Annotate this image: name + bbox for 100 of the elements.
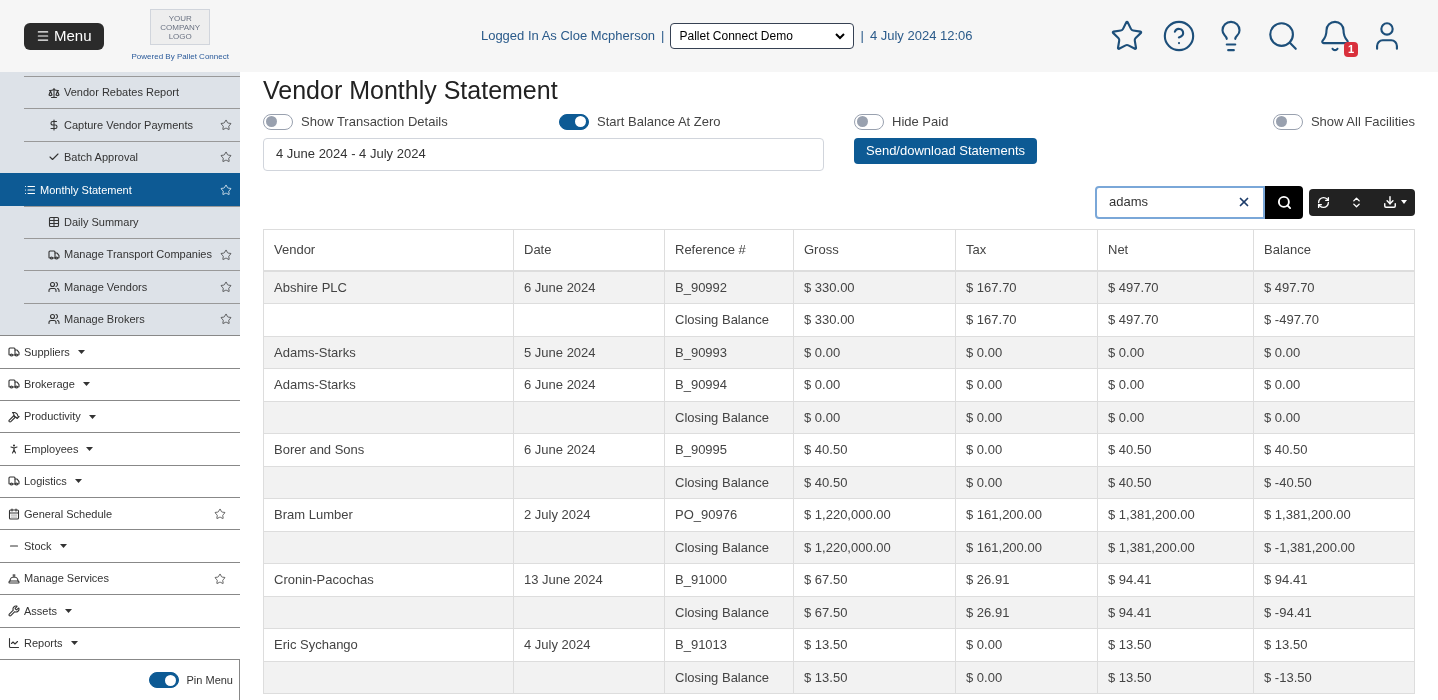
column-header[interactable]: Net xyxy=(1097,229,1254,271)
caret-down-icon xyxy=(1401,200,1407,204)
calendar-icon xyxy=(8,507,20,520)
sidebar-item[interactable]: Manage Transport Companies xyxy=(24,237,240,271)
chevron-down-icon xyxy=(835,32,846,40)
sidebar-item[interactable]: Vendor Rebates Report xyxy=(24,76,240,109)
date-range-field[interactable]: 4 June 2024 - 4 July 2024 xyxy=(263,137,824,171)
column-header[interactable]: Date xyxy=(513,229,665,271)
table-cell: 13 June 2024 xyxy=(524,572,603,587)
table-cell: Closing Balance xyxy=(675,312,769,327)
table-cell: $ 94.41 xyxy=(1108,572,1152,587)
table-cell: $ 0.00 xyxy=(966,669,1003,685)
search-button[interactable] xyxy=(1265,185,1303,219)
star-icon[interactable] xyxy=(214,572,226,585)
table-cell: B_90993 xyxy=(675,344,728,360)
column-header[interactable]: Reference # xyxy=(664,229,794,271)
table-cell: B_91000 xyxy=(675,572,728,587)
table-cell: $ 13.50 xyxy=(1264,637,1308,652)
column-header[interactable]: Gross xyxy=(793,229,956,271)
table-cell: $ 0.00 xyxy=(1108,377,1145,392)
company-logo: YOUR COMPANY LOGO xyxy=(150,9,211,45)
caret-down-icon xyxy=(77,349,85,354)
table-cell: Bram Lumber xyxy=(274,507,353,522)
dollar-icon xyxy=(48,119,60,132)
clear-icon[interactable] xyxy=(1237,195,1251,209)
sidebar-item[interactable]: Monthly Statement xyxy=(0,173,240,206)
table-cell: Borer and Sons xyxy=(274,442,365,457)
toggle-switch[interactable] xyxy=(854,113,884,130)
table-cell: $ 26.91 xyxy=(966,572,1010,587)
toggle-label: Show Transaction Details xyxy=(301,113,448,131)
datetime-text: 4 July 2024 12:06 xyxy=(869,27,973,46)
table-cell: $ 0.00 xyxy=(966,442,1003,457)
list-icon xyxy=(24,183,36,196)
separator-text: | xyxy=(860,27,864,46)
table-cell: Closing Balance xyxy=(675,474,769,490)
sidebar-item[interactable]: Daily Summary xyxy=(24,205,240,238)
star-icon[interactable] xyxy=(220,313,232,326)
export-dropdown[interactable] xyxy=(1383,195,1407,209)
person-icon xyxy=(8,443,20,455)
chart-icon xyxy=(8,637,20,650)
table-cell: $ 67.50 xyxy=(804,604,848,620)
table-cell: $ 161,200.00 xyxy=(966,539,1042,555)
search-icon[interactable] xyxy=(1266,19,1300,53)
table-cell: $ 0.00 xyxy=(966,409,1003,425)
table-cell: $ 1,220,000.00 xyxy=(804,507,891,522)
table-cell: $ 1,381,200.00 xyxy=(1264,507,1351,522)
truck-icon xyxy=(48,248,60,261)
truck-icon xyxy=(8,475,20,488)
star-icon[interactable] xyxy=(220,281,232,294)
toggle-switch[interactable] xyxy=(559,113,589,130)
favorites-icon[interactable] xyxy=(1110,19,1144,53)
download-icon xyxy=(1383,195,1397,209)
table-cell: $ 67.50 xyxy=(804,572,848,587)
refresh-icon[interactable] xyxy=(1317,195,1330,209)
send-statements-button[interactable]: Send/download Statements xyxy=(854,137,1037,164)
help-icon[interactable] xyxy=(1162,19,1196,53)
notifications-icon[interactable] xyxy=(1318,19,1352,53)
star-icon[interactable] xyxy=(220,151,232,164)
table-cell: $ 167.70 xyxy=(966,312,1017,327)
sidebar-item[interactable]: Capture Vendor Payments xyxy=(24,108,240,141)
tools-icon xyxy=(8,604,20,617)
table-cell: $ 497.70 xyxy=(1264,279,1315,295)
table-cell: $ -1,381,200.00 xyxy=(1264,539,1356,555)
sort-icon[interactable] xyxy=(1350,195,1363,209)
caret-down-icon xyxy=(59,544,67,549)
table-cell: $ 0.00 xyxy=(804,377,841,392)
table-cell: $ 497.70 xyxy=(1108,312,1159,327)
table-cell: $ 0.00 xyxy=(1108,409,1145,425)
table-cell: $ 0.00 xyxy=(1264,409,1301,425)
column-header[interactable]: Tax xyxy=(955,229,1098,271)
truck-icon xyxy=(8,345,20,358)
table-cell: $ 40.50 xyxy=(1108,442,1152,457)
star-icon[interactable] xyxy=(220,119,232,132)
table-cell: 6 June 2024 xyxy=(524,442,596,457)
table-cell: $ 330.00 xyxy=(804,279,855,295)
menu-button[interactable]: Menu xyxy=(24,22,104,50)
table-cell: B_90992 xyxy=(675,279,728,295)
star-icon[interactable] xyxy=(220,248,232,261)
pin-menu-toggle[interactable] xyxy=(148,672,179,689)
caret-down-icon xyxy=(70,641,78,646)
column-header[interactable]: Vendor xyxy=(263,229,514,271)
star-icon[interactable] xyxy=(214,507,226,520)
table-cell: Closing Balance xyxy=(675,669,769,685)
table-cell: Cronin-Pacochas xyxy=(274,572,374,587)
table-cell: $ 13.50 xyxy=(1108,637,1152,652)
column-header[interactable]: Balance xyxy=(1253,229,1415,271)
table-cell: $ 0.00 xyxy=(966,474,1003,490)
logged-in-text: Logged In As Cloe Mcpherson xyxy=(480,27,656,46)
table-cell: 4 July 2024 xyxy=(524,637,591,652)
toggle-switch[interactable] xyxy=(1272,113,1303,130)
table-cell: $ 167.70 xyxy=(966,279,1017,295)
table-cell: $ 1,381,200.00 xyxy=(1108,539,1195,555)
table-cell: $ 0.00 xyxy=(966,377,1003,392)
sidebar-item[interactable]: Manage Vendors xyxy=(24,270,240,303)
toggle-switch[interactable] xyxy=(263,113,293,130)
company-select[interactable]: Pallet Connect Demo xyxy=(670,23,855,49)
table-cell: $ 26.91 xyxy=(966,604,1010,620)
caret-down-icon xyxy=(88,414,96,419)
search-field[interactable]: adams xyxy=(1095,185,1265,219)
toggle-label: Hide Paid xyxy=(892,113,949,131)
